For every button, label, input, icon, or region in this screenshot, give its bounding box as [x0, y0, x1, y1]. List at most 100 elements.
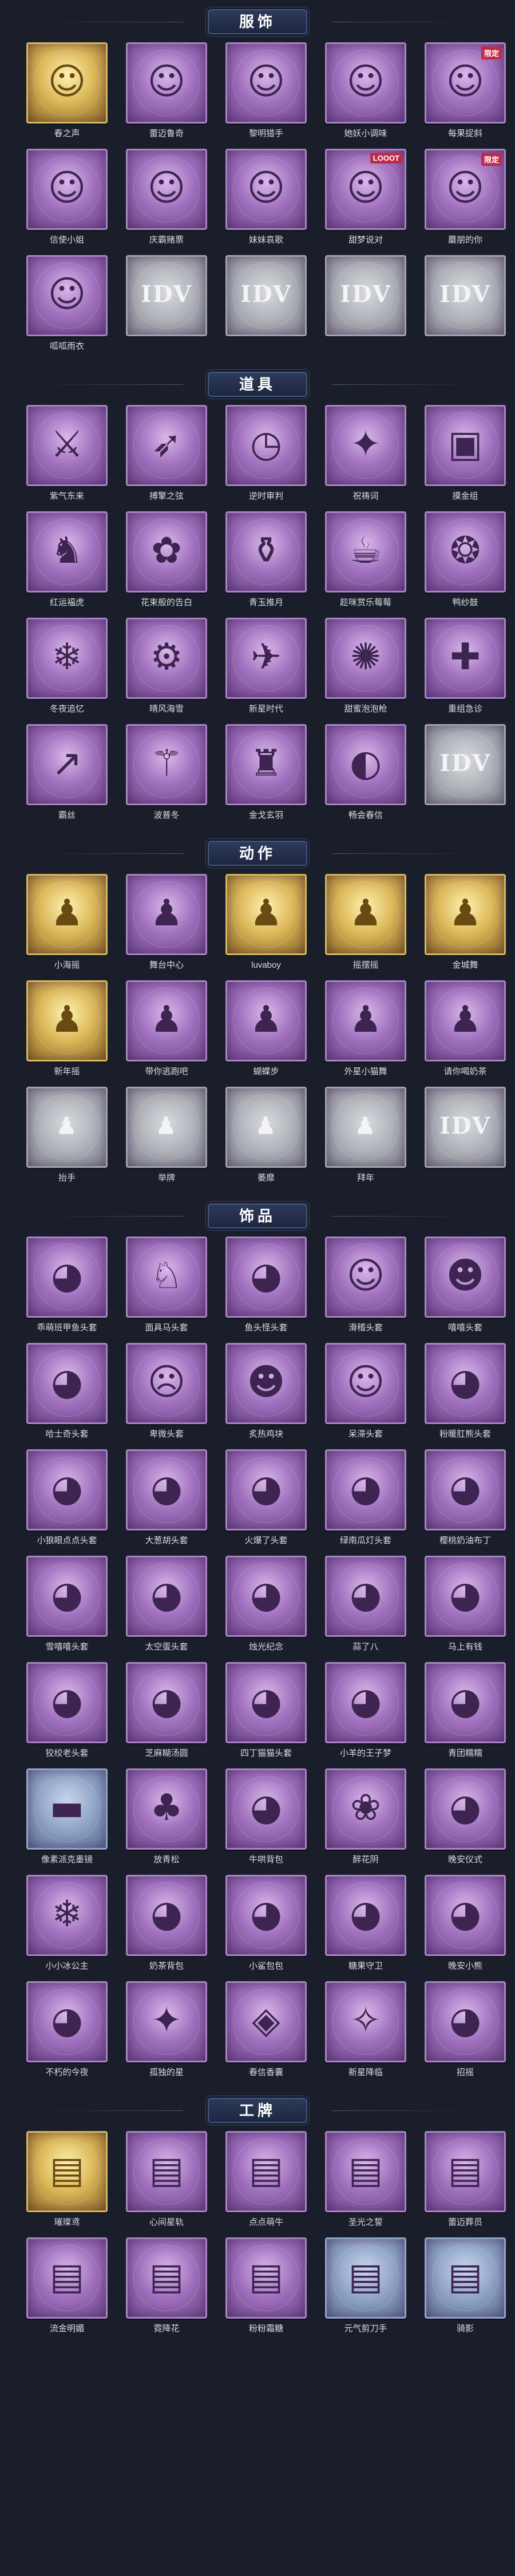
collection-item[interactable]: ☺ 滑稽头套: [323, 1237, 408, 1335]
collection-item[interactable]: ♣ 放青松: [124, 1768, 209, 1867]
item-card[interactable]: ▤: [26, 2131, 108, 2212]
collection-item[interactable]: ♟ 金城舞: [423, 874, 508, 972]
collection-item[interactable]: ◐ 畅会春信: [323, 724, 408, 822]
collection-item[interactable]: ☺ 限定 蘑朋的你: [423, 149, 508, 247]
collection-item[interactable]: ◕ 樱桃奶油布丁: [423, 1449, 508, 1548]
item-card[interactable]: ▤: [126, 2131, 207, 2212]
item-card[interactable]: ⚔: [26, 405, 108, 486]
item-card[interactable]: ♟: [126, 874, 207, 955]
collection-item[interactable]: ◕ 太空蛋头套: [124, 1556, 209, 1654]
item-card[interactable]: ♟: [225, 874, 307, 955]
collection-item[interactable]: ◕ 马上有钱: [423, 1556, 508, 1654]
collection-item[interactable]: ▤ 霓降花: [124, 2237, 209, 2336]
collection-item[interactable]: ✺ 甜蜜泡泡枪: [323, 618, 408, 716]
item-card[interactable]: ❄: [26, 1875, 108, 1956]
collection-item[interactable]: ▤ 骑影: [423, 2237, 508, 2336]
item-card[interactable]: ✧: [325, 1981, 406, 2062]
item-card[interactable]: ◕: [425, 1343, 506, 1424]
item-card[interactable]: ◕: [26, 1556, 108, 1637]
collection-item[interactable]: ☻ 炙热鸡块: [224, 1343, 308, 1441]
item-card[interactable]: IDV: [425, 1087, 506, 1168]
collection-item[interactable]: ✈ 新星时代: [224, 618, 308, 716]
item-card[interactable]: IDV: [225, 255, 307, 336]
collection-item[interactable]: ◕ 雪嘻嘻头套: [25, 1556, 109, 1654]
item-card[interactable]: ↗: [26, 724, 108, 805]
collection-item[interactable]: ♞ 红运福虎: [25, 511, 109, 610]
item-card[interactable]: IDV: [325, 255, 406, 336]
item-card[interactable]: ☺ 限定: [425, 149, 506, 230]
item-card[interactable]: ☺: [26, 42, 108, 124]
collection-item[interactable]: ▤ 粉粉霜糖: [224, 2237, 308, 2336]
collection-item[interactable]: ◕ 招摇: [423, 1981, 508, 2080]
collection-item[interactable]: IDV: [423, 255, 508, 353]
item-card[interactable]: ♟: [126, 980, 207, 1062]
collection-item[interactable]: ♟ 举牌: [124, 1087, 209, 1185]
collection-item[interactable]: ❄ 小小冰公主: [25, 1875, 109, 1973]
collection-item[interactable]: ▤ 圣光之誓: [323, 2131, 408, 2229]
collection-item[interactable]: ⚚ 波普冬: [124, 724, 209, 822]
item-card[interactable]: ◕: [325, 1556, 406, 1637]
item-card[interactable]: ☺: [126, 149, 207, 230]
collection-item[interactable]: ◕ 大葱胡头套: [124, 1449, 209, 1548]
collection-item[interactable]: ☺ 她妖小调味: [323, 42, 408, 141]
item-card[interactable]: ♟: [425, 874, 506, 955]
item-card[interactable]: ♘: [126, 1237, 207, 1318]
item-card[interactable]: ◕: [425, 1981, 506, 2062]
item-card[interactable]: ❀: [325, 1768, 406, 1850]
item-card[interactable]: IDV: [126, 255, 207, 336]
item-card[interactable]: ◕: [225, 1237, 307, 1318]
item-card[interactable]: ☺: [26, 255, 108, 336]
collection-item[interactable]: IDV: [323, 255, 408, 353]
item-card[interactable]: ▤: [425, 2131, 506, 2212]
collection-item[interactable]: ▤ 点点萌牛: [224, 2131, 308, 2229]
collection-item[interactable]: ☺ 信使小姐: [25, 149, 109, 247]
item-card[interactable]: ♟: [325, 980, 406, 1062]
collection-item[interactable]: ◕ 鱼头怪头套: [224, 1237, 308, 1335]
collection-item[interactable]: ☺ 蕾迈鲁奇: [124, 42, 209, 141]
item-card[interactable]: ♜: [225, 724, 307, 805]
collection-item[interactable]: ◕ 蒜了八: [323, 1556, 408, 1654]
item-card[interactable]: ☻: [425, 1237, 506, 1318]
item-card[interactable]: IDV: [425, 255, 506, 336]
item-card[interactable]: ✈: [225, 618, 307, 699]
collection-item[interactable]: ♟ 新年摇: [25, 980, 109, 1079]
collection-item[interactable]: ↗ 霸丝: [25, 724, 109, 822]
collection-item[interactable]: ⚙ 晴风海雪: [124, 618, 209, 716]
item-card[interactable]: ✚: [425, 618, 506, 699]
item-card[interactable]: ♟: [26, 1087, 108, 1168]
item-card[interactable]: IDV: [425, 724, 506, 805]
item-card[interactable]: ◕: [126, 1449, 207, 1531]
item-card[interactable]: ◕: [126, 1662, 207, 1743]
collection-item[interactable]: ◕ 小羊的王子梦: [323, 1662, 408, 1760]
collection-item[interactable]: ☺ LOOOT 甜梦说对: [323, 149, 408, 247]
collection-item[interactable]: ✧ 新星降临: [323, 1981, 408, 2080]
item-card[interactable]: ◕: [225, 1875, 307, 1956]
collection-item[interactable]: ▤ 元气剪刀手: [323, 2237, 408, 2336]
item-card[interactable]: ◕: [325, 1875, 406, 1956]
item-card[interactable]: ♟: [325, 874, 406, 955]
collection-item[interactable]: ☺ 限定 每果捉斜: [423, 42, 508, 141]
item-card[interactable]: ◕: [225, 1662, 307, 1743]
item-card[interactable]: ♟: [26, 874, 108, 955]
item-card[interactable]: ☺: [325, 1237, 406, 1318]
collection-item[interactable]: ◕ 哈士奇头套: [25, 1343, 109, 1441]
collection-item[interactable]: ➶ 搏擎之弦: [124, 405, 209, 503]
item-card[interactable]: ♟: [126, 1087, 207, 1168]
collection-item[interactable]: ♟ 带你逃跑吧: [124, 980, 209, 1079]
item-card[interactable]: ◐: [325, 724, 406, 805]
item-card[interactable]: ◕: [425, 1449, 506, 1531]
collection-item[interactable]: ◕ 小狼眼点点头套: [25, 1449, 109, 1548]
collection-item[interactable]: ☻ 嘻嘻头套: [423, 1237, 508, 1335]
collection-item[interactable]: ♘ 面具马头套: [124, 1237, 209, 1335]
collection-item[interactable]: ☺ 黎明猎手: [224, 42, 308, 141]
item-card[interactable]: ▤: [225, 2237, 307, 2319]
collection-item[interactable]: ◕ 小鲨包包: [224, 1875, 308, 1973]
collection-item[interactable]: IDV: [423, 724, 508, 822]
collection-item[interactable]: IDV: [224, 255, 308, 353]
collection-item[interactable]: ♟ 摇摆摇: [323, 874, 408, 972]
collection-item[interactable]: ❄ 冬夜追忆: [25, 618, 109, 716]
collection-item[interactable]: ✦ 祝祷词: [323, 405, 408, 503]
collection-item[interactable]: ✿ 花束般的告白: [124, 511, 209, 610]
item-card[interactable]: ▤: [26, 2237, 108, 2319]
item-card[interactable]: ◕: [26, 1237, 108, 1318]
